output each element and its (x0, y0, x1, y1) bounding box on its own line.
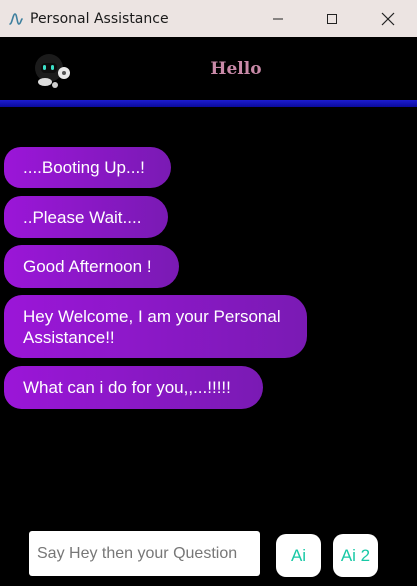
chat-message: Hey Welcome, I am your Personal Assistan… (4, 295, 307, 358)
chat-message: What can i do for you,,...!!!!! (4, 366, 263, 409)
chat-area: ....Booting Up...! ..Please Wait.... Goo… (0, 107, 417, 527)
header-title: Hello (210, 59, 262, 79)
chat-message: ....Booting Up...! (4, 147, 171, 188)
header-divider (0, 100, 417, 107)
ai-button[interactable]: Ai (276, 534, 321, 577)
minimize-button[interactable] (255, 0, 301, 37)
app-logo-icon (9, 12, 23, 25)
chat-header: Hello (0, 37, 417, 101)
window-title: Personal Assistance (30, 10, 169, 27)
ai2-button[interactable]: Ai 2 (333, 534, 378, 577)
question-input[interactable] (29, 531, 260, 576)
maximize-button[interactable] (309, 0, 355, 37)
close-button[interactable] (365, 0, 411, 37)
chat-message: Good Afternoon ! (4, 245, 179, 288)
window-titlebar: Personal Assistance (0, 0, 417, 37)
minimize-icon (273, 18, 283, 19)
chat-message: ..Please Wait.... (4, 196, 168, 238)
maximize-icon (327, 13, 337, 24)
close-icon (381, 12, 395, 25)
